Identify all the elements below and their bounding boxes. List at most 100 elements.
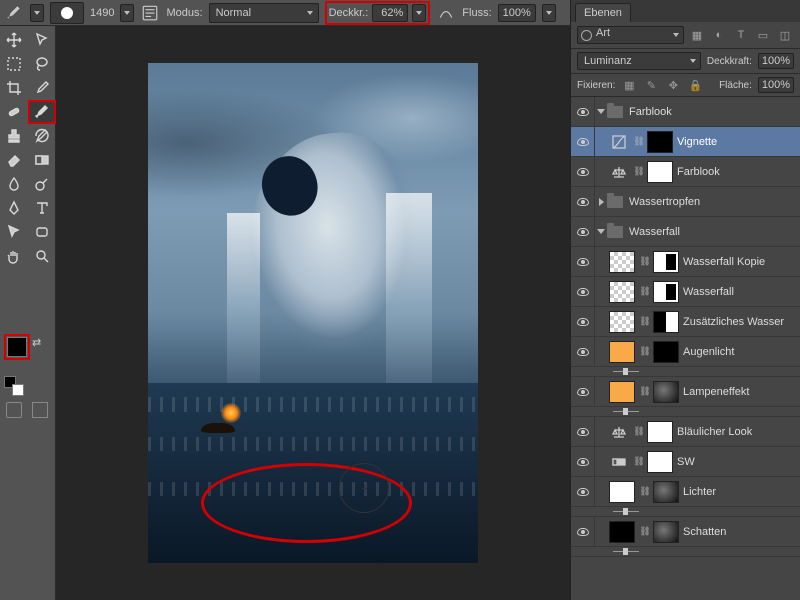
layer-row[interactable]: Wassertropfen [571,187,800,217]
visibility-toggle[interactable] [571,477,595,506]
visibility-toggle[interactable] [571,127,595,156]
layer-name[interactable]: Farblook [629,106,794,118]
visibility-toggle[interactable] [571,187,595,216]
pen-tool-icon[interactable] [0,196,28,220]
layer-row[interactable]: ⛓Lichter [571,477,800,507]
layer-thumb[interactable] [609,251,635,273]
layer-row[interactable]: ⛓Augenlicht [571,337,800,367]
brush-preview[interactable] [50,2,84,24]
path-select-icon[interactable] [0,220,28,244]
layer-name[interactable]: Schatten [683,526,794,538]
disclosure-icon[interactable] [595,229,607,234]
hand-tool-icon[interactable] [0,244,28,268]
visibility-toggle[interactable] [571,217,595,246]
marquee-tool-icon[interactable] [0,52,28,76]
layer-blend-select[interactable]: Luminanz [577,52,701,70]
layer-row[interactable]: ⛓Farblook [571,157,800,187]
clip-slider[interactable] [613,510,639,514]
layer-name[interactable]: Wasserfall [629,226,794,238]
lock-transparent-icon[interactable]: ▦ [621,77,637,93]
visibility-toggle[interactable] [571,247,595,276]
mask-thumb[interactable] [647,131,673,153]
zoom-tool-icon[interactable] [28,244,56,268]
visibility-toggle[interactable] [571,307,595,336]
blur-tool-icon[interactable] [0,172,28,196]
gradient-tool-icon[interactable] [28,148,56,172]
eyedropper-tool-icon[interactable] [28,76,56,100]
visibility-toggle[interactable] [571,157,595,186]
brush-tool-icon[interactable] [28,100,56,124]
layer-row[interactable]: ⛓Vignette [571,127,800,157]
layer-row[interactable]: ⛓Wasserfall [571,277,800,307]
fill-field[interactable]: 100% [758,77,794,93]
layer-name[interactable]: Lichter [683,486,794,498]
type-tool-icon[interactable] [28,196,56,220]
opacity-dropdown[interactable] [412,4,426,22]
filter-type-icon[interactable]: T [732,27,750,43]
shape-tool-icon[interactable] [28,220,56,244]
move-tool-icon[interactable] [0,28,28,52]
visibility-toggle[interactable] [571,337,595,366]
layer-thumb[interactable] [609,341,635,363]
filter-kind-select[interactable]: Art [577,26,684,44]
layer-row[interactable]: ⛓SW [571,447,800,477]
layer-name[interactable]: Wassertropfen [629,196,794,208]
visibility-toggle[interactable] [571,417,595,446]
tool-preset-dropdown[interactable] [30,4,44,22]
layer-row[interactable]: Wasserfall [571,217,800,247]
flow-field[interactable]: 100% [498,4,536,22]
lock-pixels-icon[interactable]: ✎ [643,77,659,93]
filter-pixel-icon[interactable]: ▦ [688,27,706,43]
pressure-opacity-icon[interactable] [436,4,456,22]
flow-dropdown[interactable] [542,4,556,22]
artboard[interactable] [148,63,478,563]
layer-name[interactable]: Wasserfall [683,286,794,298]
lock-all-icon[interactable]: 🔒 [687,77,703,93]
layer-name[interactable]: Lampeneffekt [683,386,794,398]
swap-colors-icon[interactable]: ⇄ [32,336,41,349]
brush-panel-icon[interactable] [140,4,160,22]
heal-tool-icon[interactable] [0,100,28,124]
brush-size-value[interactable]: 1490 [90,7,114,19]
history-brush-icon[interactable] [28,124,56,148]
select-tool-icon[interactable] [28,28,56,52]
layer-row[interactable]: ⛓Lampeneffekt [571,377,800,407]
layer-row[interactable]: ⛓Bläulicher Look [571,417,800,447]
mask-thumb[interactable] [647,421,673,443]
blend-mode-select[interactable]: Normal [209,3,319,23]
opacity-field[interactable]: 62% [372,4,408,22]
layer-name[interactable]: Augenlicht [683,346,794,358]
clip-slider[interactable] [613,370,639,374]
layer-thumb[interactable] [609,381,635,403]
lasso-tool-icon[interactable] [28,52,56,76]
stamp-tool-icon[interactable] [0,124,28,148]
brush-size-dropdown[interactable] [120,4,134,22]
visibility-toggle[interactable] [571,447,595,476]
layer-name[interactable]: Vignette [677,136,794,148]
layer-name[interactable]: Bläulicher Look [677,426,794,438]
filter-smart-icon[interactable]: ◫ [776,27,794,43]
dodge-tool-icon[interactable] [28,172,56,196]
foreground-swatch-highlighted[interactable] [4,334,30,360]
layer-name[interactable]: SW [677,456,794,468]
mask-thumb[interactable] [653,481,679,503]
visibility-toggle[interactable] [571,377,595,406]
mask-thumb[interactable] [653,381,679,403]
disclosure-icon[interactable] [595,109,607,114]
layer-thumb[interactable] [609,311,635,333]
layer-row[interactable]: ⛓Wasserfall Kopie [571,247,800,277]
layer-row[interactable]: ⛓Schatten [571,517,800,547]
mask-thumb[interactable] [653,341,679,363]
screen-mode-icon[interactable] [32,402,48,418]
visibility-toggle[interactable] [571,517,595,546]
layer-name[interactable]: Wasserfall Kopie [683,256,794,268]
quick-mask-icon[interactable] [6,402,22,418]
layer-thumb[interactable] [609,281,635,303]
filter-shape-icon[interactable]: ▭ [754,27,772,43]
clip-slider[interactable] [613,410,639,414]
mask-thumb[interactable] [653,251,679,273]
layer-opacity-field[interactable]: 100% [758,53,794,69]
visibility-toggle[interactable] [571,97,595,126]
visibility-toggle[interactable] [571,277,595,306]
layer-row[interactable]: Farblook [571,97,800,127]
